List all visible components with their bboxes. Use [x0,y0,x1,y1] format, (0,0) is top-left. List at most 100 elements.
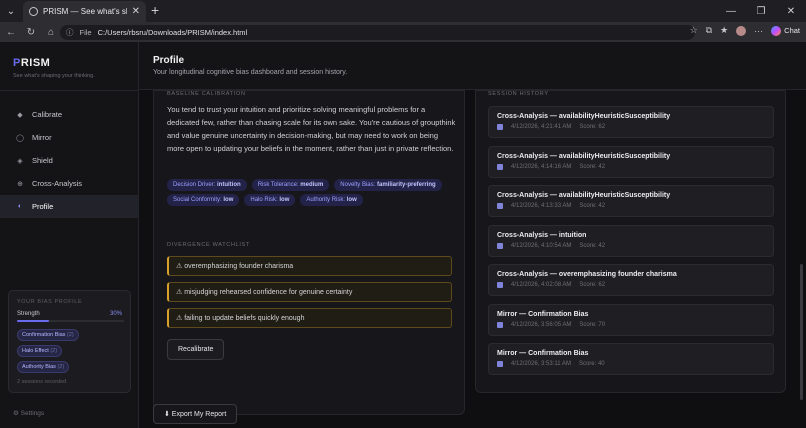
minimize-icon[interactable]: — [716,0,746,22]
trait-tag: Risk Tolerance: medium [251,179,330,191]
copilot-icon [771,25,782,36]
session-title: Mirror — Confirmation Bias [497,350,589,357]
browser-toolbar: ☆ ⧉ ★ ··· Chat [690,25,800,36]
session-meta: 4/12/2026, 3:56:05 AM Score: 70 [497,322,765,328]
watchlist-item: ⚠ overemphasizing founder charisma [167,256,452,276]
session-meta: 4/12/2026, 4:21:41 AM Score: 62 [497,124,765,130]
session-score: Score: 42 [579,243,606,249]
brand-first-letter: P [13,57,21,69]
info-icon: ⓘ [66,28,74,37]
sidebar: PRISM See what's shaping your thinking. … [0,42,139,428]
bias-chip: Authority Bias (2) [17,361,70,373]
sidebar-item-cross-analysis[interactable]: ⊕ Cross-Analysis [0,172,139,195]
session-meta: 4/12/2026, 4:10:54 AM Score: 42 [497,243,765,249]
calendar-icon [497,124,503,130]
strength-bar [17,320,124,322]
session-score: Score: 42 [579,164,606,170]
session-meta: 4/12/2026, 3:53:11 AM Score: 40 [497,361,765,367]
sidebar-item-label: Calibrate [32,110,63,119]
session-score: Score: 40 [578,361,605,367]
trait-value: low [223,197,234,203]
tab-title: PRISM — See what's shaping your [43,7,127,16]
back-icon[interactable]: ← [2,22,20,42]
favorite-star-icon[interactable]: ☆ [690,25,698,36]
session-item[interactable]: Cross-Analysis — overemphasizing founder… [488,264,774,296]
sidebar-item-profile[interactable]: ◐ Profile [0,195,139,218]
bias-chips: Confirmation Bias (2) Halo Effect (2) Au… [17,329,122,373]
favorites-icon[interactable]: ★ [720,25,728,36]
watchlist-heading: DIVERGENCE WATCHLIST [167,242,251,248]
calendar-icon [497,243,503,249]
diamond-icon: ◆ [17,111,23,119]
strength-value: 30% [109,311,122,317]
close-window-icon[interactable]: ✕ [776,0,806,22]
baseline-calibration-card: BASELINE CALIBRATION You tend to trust y… [153,90,465,415]
session-date: 4/12/2026, 4:21:41 AM [511,124,572,130]
refresh-icon[interactable]: ↻ [22,22,40,42]
watchlist-item: ⚠ misjudging rehearsed confidence for ge… [167,282,452,302]
globe-icon [29,7,38,16]
trait-value: medium [300,182,324,188]
calendar-icon [497,361,503,367]
brand-rest: RISM [20,57,51,69]
url-prefix: File [79,28,92,37]
sidebar-item-calibrate[interactable]: ◆ Calibrate [0,103,139,126]
session-date: 4/12/2026, 4:10:54 AM [511,243,572,249]
trait-tag: Halo Risk: low [244,194,296,206]
maximize-icon[interactable]: ❐ [746,0,776,22]
sidebar-item-shield[interactable]: ◈ Shield [0,149,139,172]
more-icon[interactable]: ··· [754,26,763,36]
brand-logo[interactable]: PRISM [13,57,50,69]
bias-profile-heading: YOUR BIAS PROFILE [17,299,83,305]
session-item[interactable]: Mirror — Confirmation Bias 4/12/2026, 3:… [488,304,774,336]
session-title: Cross-Analysis — overemphasizing founder… [497,271,677,278]
export-report-button[interactable]: ⬇ Export My Report [153,404,238,424]
scrollbar-thumb[interactable] [800,264,803,400]
sidebar-item-label: Profile [32,202,54,211]
tagline: See what's shaping your thinking. [13,73,95,79]
trait-value: intuition [217,182,241,188]
trait-key: Authority Risk: [306,197,346,203]
recalibrate-button[interactable]: Recalibrate [167,339,225,360]
session-item[interactable]: Cross-Analysis — availabilityHeuristicSu… [488,185,774,217]
page-subtitle: Your longitudinal cognitive bias dashboa… [153,69,348,76]
divider [0,90,139,91]
session-date: 4/12/2026, 4:13:33 AM [511,203,572,209]
close-tab-icon[interactable]: ✕ [132,6,140,17]
session-item[interactable]: Cross-Analysis — availabilityHeuristicSu… [488,106,774,138]
sidebar-item-label: Shield [32,156,53,165]
profile-avatar[interactable] [736,25,747,36]
trait-value: low [279,197,290,203]
strength-label: Strength [17,311,40,317]
trait-tag: Decision Driver: intuition [167,179,247,191]
home-icon[interactable]: ⌂ [42,22,60,42]
bias-profile-card: YOUR BIAS PROFILE Strength 30% Confirmat… [8,290,131,393]
session-title: Mirror — Confirmation Bias [497,311,589,318]
bias-chip-name: Halo Effect [22,348,49,354]
trait-value: low [346,197,357,203]
settings-link[interactable]: ⚙ Settings [13,409,44,417]
session-score: Score: 70 [579,322,606,328]
trait-key: Decision Driver: [173,182,216,188]
session-history-heading: SESSION HISTORY [488,91,549,97]
session-item[interactable]: Cross-Analysis — intuition 4/12/2026, 4:… [488,225,774,257]
url-field[interactable]: ⓘ File C:/Users/rbsru/Downloads/PRISM/in… [60,25,695,40]
trait-tags: Decision Driver: intuition Risk Toleranc… [167,179,457,206]
session-date: 4/12/2026, 4:14:16 AM [511,164,572,170]
session-item[interactable]: Cross-Analysis — availabilityHeuristicSu… [488,146,774,178]
sidebar-item-mirror[interactable]: ◯ Mirror [0,126,139,149]
browser-tab[interactable]: PRISM — See what's shaping your ✕ [23,1,146,22]
session-date: 4/12/2026, 3:56:05 AM [511,322,572,328]
trait-tag: Novelty Bias: familiarity-preferring [334,179,442,191]
copilot-chat-button[interactable]: Chat [771,25,800,36]
new-tab-icon[interactable]: + [151,2,159,18]
extensions-icon[interactable]: ⧉ [706,25,712,36]
session-title: Cross-Analysis — availabilityHeuristicSu… [497,192,671,199]
trait-key: Risk Tolerance: [257,182,299,188]
session-score: Score: 62 [579,124,606,130]
tab-actions-menu-icon[interactable]: ⌄ [0,0,22,22]
browser-tab-bar: ⌄ PRISM — See what's shaping your ✕ + — … [0,0,806,22]
calendar-icon [497,322,503,328]
trait-value: familiarity-preferring [376,182,436,188]
session-item[interactable]: Mirror — Confirmation Bias 4/12/2026, 3:… [488,343,774,375]
